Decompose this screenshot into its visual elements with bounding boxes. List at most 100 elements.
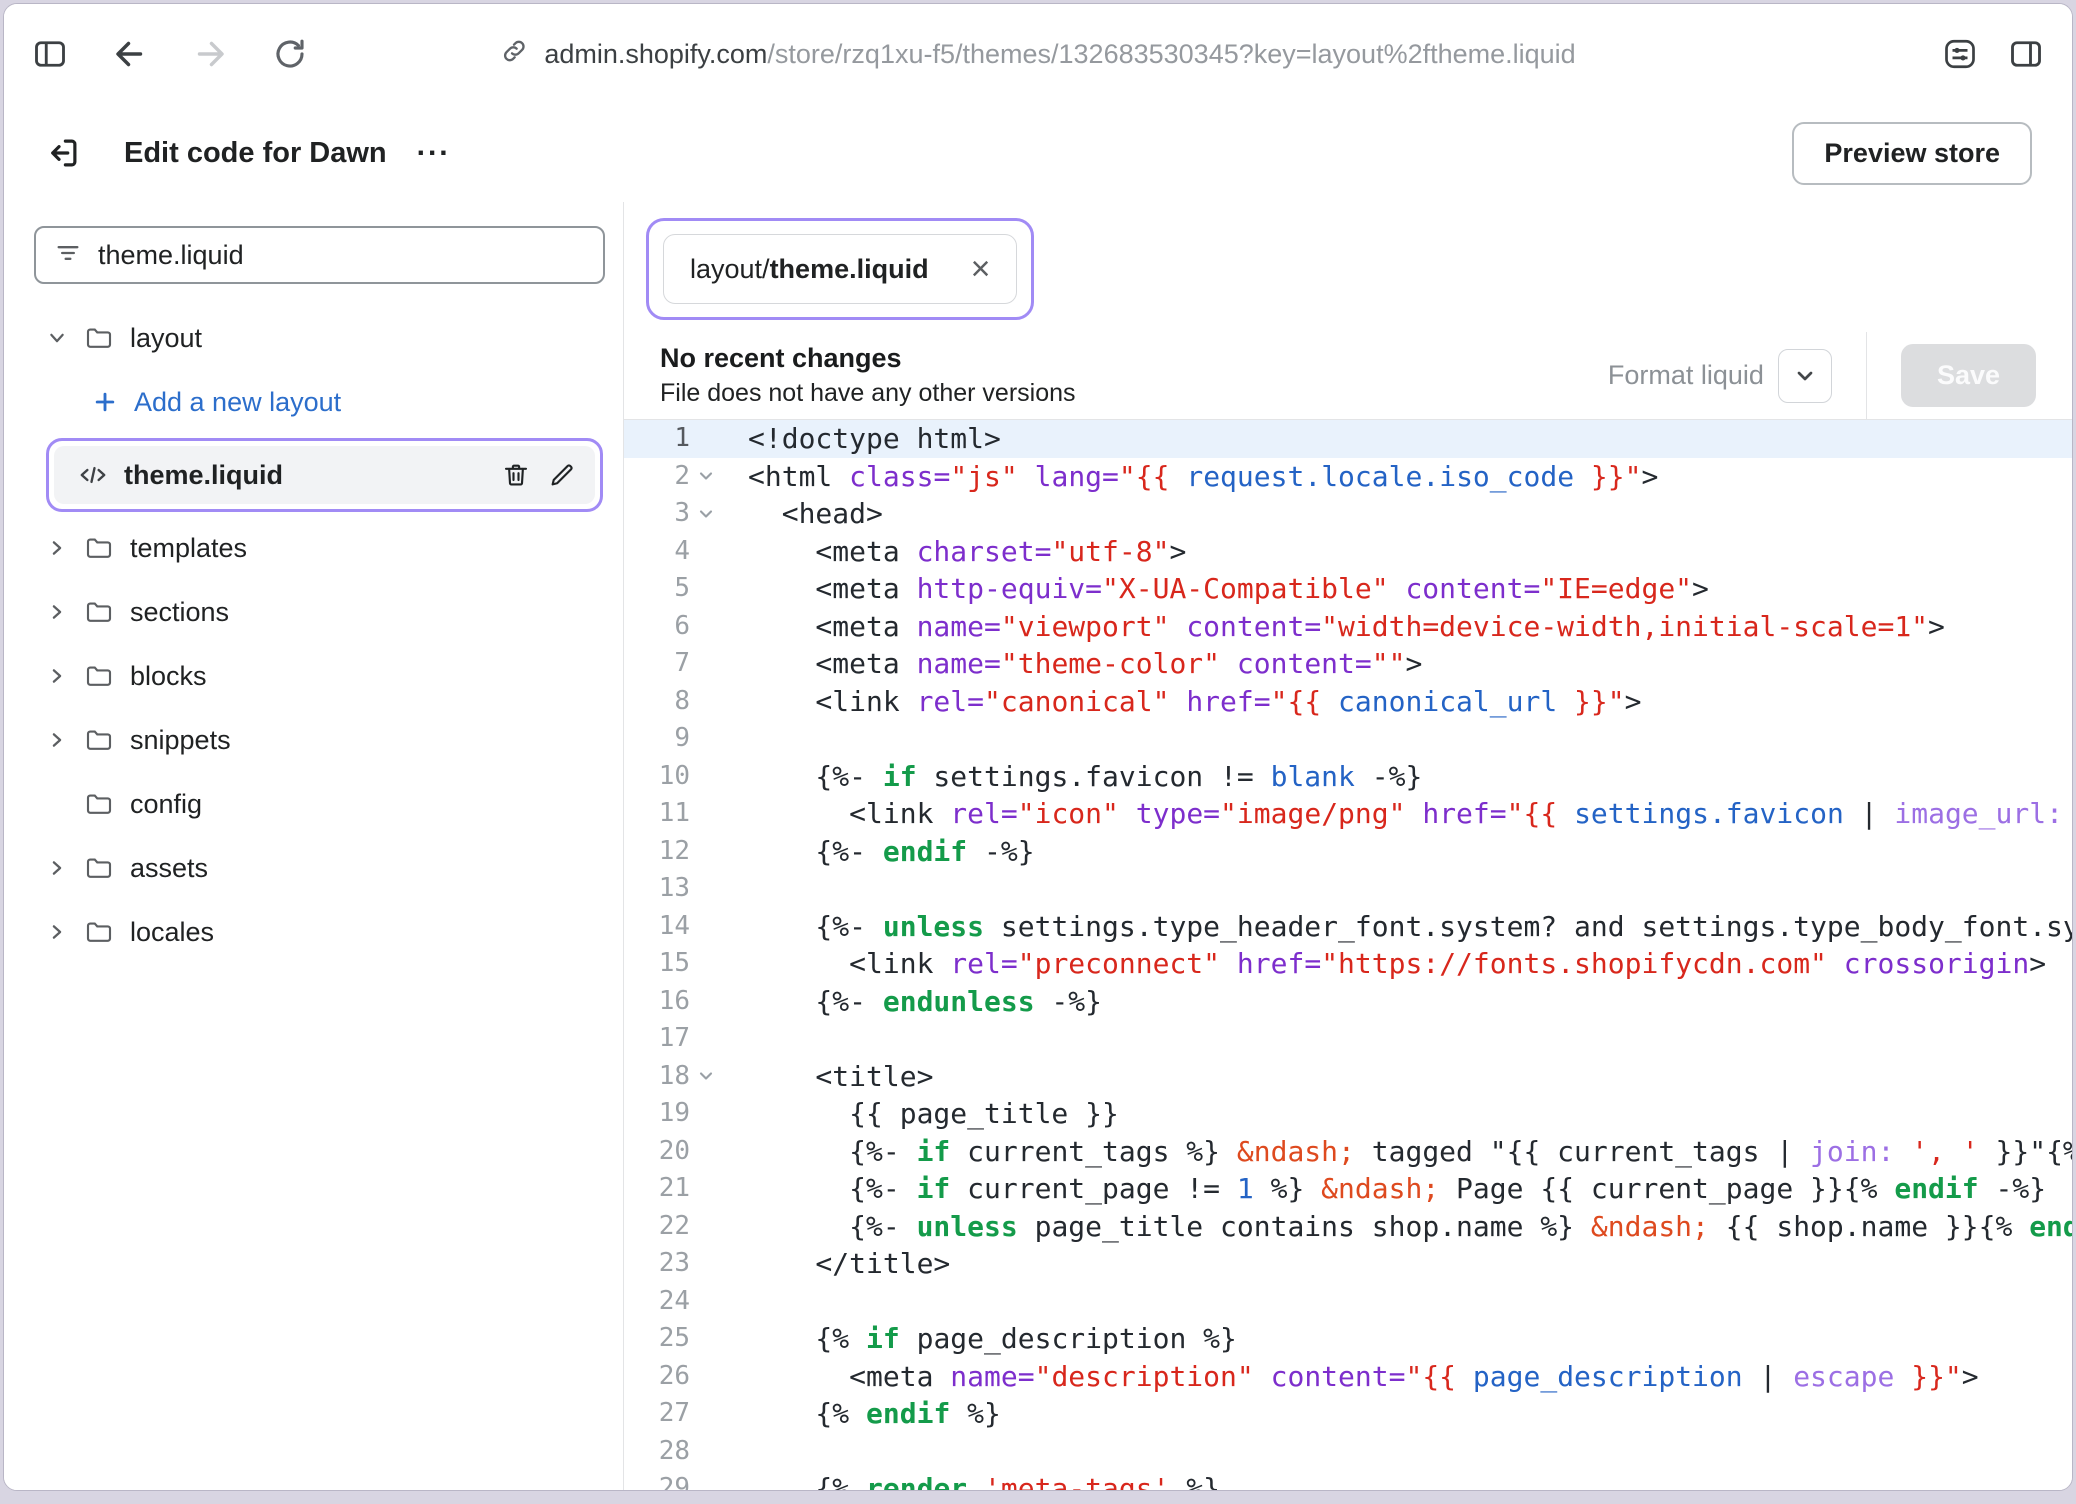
filter-icon	[54, 239, 82, 272]
file-search-box[interactable]	[34, 226, 605, 284]
sidebar-folder-blocks[interactable]: blocks	[34, 644, 605, 708]
fold-toggle-icon[interactable]	[692, 463, 720, 489]
chevron-right-icon[interactable]	[46, 922, 68, 942]
chevron-down-icon[interactable]	[1778, 349, 1832, 403]
code-line[interactable]: 9	[624, 720, 2072, 758]
code-line[interactable]: 21 {%- if current_page != 1 %} &ndash; P…	[624, 1170, 2072, 1208]
preview-store-button[interactable]: Preview store	[1792, 122, 2032, 185]
code-line[interactable]: 14 {%- unless settings.type_header_font.…	[624, 908, 2072, 946]
code-line[interactable]: 22 {%- unless page_title contains shop.n…	[624, 1208, 2072, 1246]
sidebar-folder-assets[interactable]: assets	[34, 836, 605, 900]
sidebar-folder-snippets[interactable]: snippets	[34, 708, 605, 772]
rename-file-icon[interactable]	[547, 460, 577, 490]
code-line[interactable]: 24	[624, 1283, 2072, 1321]
code-content: <meta name="viewport" content="width=dev…	[720, 608, 1945, 646]
code-line[interactable]: 11 <link rel="icon" type="image/png" hre…	[624, 795, 2072, 833]
exit-editor-icon[interactable]	[44, 134, 82, 172]
forward-icon[interactable]	[192, 36, 228, 72]
code-line[interactable]: 4 <meta charset="utf-8">	[624, 533, 2072, 571]
sidebar-folder-locales[interactable]: locales	[34, 900, 605, 964]
sidebar-file-theme.liquid[interactable]: theme.liquid	[54, 446, 595, 504]
browser-controls-icon[interactable]	[1942, 36, 1978, 72]
code-line[interactable]: 8 <link rel="canonical" href="{{ canonic…	[624, 683, 2072, 721]
browser-nav-buttons	[32, 36, 308, 72]
code-line[interactable]: 10 {%- if settings.favicon != blank -%}	[624, 758, 2072, 796]
chevron-right-icon[interactable]	[46, 602, 68, 622]
code-line[interactable]: 18 <title>	[624, 1058, 2072, 1096]
folder-name-label: sections	[130, 597, 229, 628]
save-button[interactable]: Save	[1901, 344, 2036, 407]
code-line[interactable]: 16 {%- endunless -%}	[624, 983, 2072, 1021]
code-content: <meta charset="utf-8">	[720, 533, 1186, 571]
add-new-layout-button[interactable]: Add a new layout	[34, 370, 605, 434]
code-line[interactable]: 3 <head>	[624, 495, 2072, 533]
line-number: 3	[624, 495, 720, 533]
side-panel-icon[interactable]	[2008, 36, 2044, 72]
code-line[interactable]: 17	[624, 1020, 2072, 1058]
code-line[interactable]: 12 {%- endif -%}	[624, 833, 2072, 871]
code-line[interactable]: 26 <meta name="description" content="{{ …	[624, 1358, 2072, 1396]
sidebar-folder-templates[interactable]: templates	[34, 516, 605, 580]
sidebar-folder-layout[interactable]: layout	[34, 306, 605, 370]
sidebar-toggle-icon[interactable]	[32, 36, 68, 72]
chevron-right-icon[interactable]	[46, 538, 68, 558]
highlight-annotation-file: theme.liquid	[46, 438, 603, 512]
code-line[interactable]: 20 {%- if current_tags %} &ndash; tagged…	[624, 1133, 2072, 1171]
code-line[interactable]: 15 <link rel="preconnect" href="https://…	[624, 945, 2072, 983]
code-line[interactable]: 23 </title>	[624, 1245, 2072, 1283]
back-icon[interactable]	[112, 36, 148, 72]
address-bar[interactable]: admin.shopify.com/store/rzq1xu-f5/themes…	[500, 37, 1575, 72]
code-line[interactable]: 2<html class="js" lang="{{ request.local…	[624, 458, 2072, 496]
chevron-down-icon[interactable]	[46, 328, 68, 348]
delete-file-icon[interactable]	[501, 460, 531, 490]
sidebar-folder-sections[interactable]: sections	[34, 580, 605, 644]
code-content: <meta name="description" content="{{ pag…	[720, 1358, 1979, 1396]
line-number: 4	[624, 533, 720, 571]
tab-theme-liquid[interactable]: layout/theme.liquid ×	[663, 234, 1017, 304]
code-content: {% if page_description %}	[720, 1320, 1237, 1358]
chevron-right-icon[interactable]	[46, 666, 68, 686]
line-number: 12	[624, 833, 720, 871]
status-title: No recent changes	[660, 343, 1076, 374]
code-content	[720, 1433, 748, 1471]
reload-icon[interactable]	[272, 36, 308, 72]
code-line[interactable]: 13	[624, 870, 2072, 908]
editor-status-bar: No recent changes File does not have any…	[624, 332, 2072, 420]
file-search-input[interactable]	[98, 240, 585, 271]
code-line[interactable]: 1<!doctype html>	[624, 420, 2072, 458]
code-content: {%- endif -%}	[720, 833, 1035, 871]
code-line[interactable]: 6 <meta name="viewport" content="width=d…	[624, 608, 2072, 646]
line-number: 19	[624, 1095, 720, 1133]
fold-toggle-icon[interactable]	[692, 1063, 720, 1089]
code-lines: 1<!doctype html>2<html class="js" lang="…	[624, 420, 2072, 1491]
chevron-right-icon[interactable]	[46, 858, 68, 878]
more-actions-button[interactable]: ...	[417, 141, 451, 165]
code-line[interactable]: 25 {% if page_description %}	[624, 1320, 2072, 1358]
format-liquid-button[interactable]: Format liquid	[1608, 349, 1832, 403]
folder-icon	[84, 789, 114, 819]
code-line[interactable]: 29 {% render 'meta-tags' %}	[624, 1470, 2072, 1491]
tab-path-prefix: layout/	[690, 254, 770, 284]
chevron-right-icon[interactable]	[46, 730, 68, 750]
folder-icon	[84, 323, 114, 353]
tab-file-name: theme.liquid	[770, 254, 929, 284]
code-content: <link rel="icon" type="image/png" href="…	[720, 795, 2072, 833]
line-number: 18	[624, 1058, 720, 1096]
url-host: admin.shopify.com	[544, 39, 767, 69]
code-line[interactable]: 28	[624, 1433, 2072, 1471]
code-line[interactable]: 5 <meta http-equiv="X-UA-Compatible" con…	[624, 570, 2072, 608]
folder-icon	[84, 661, 114, 691]
code-editor[interactable]: 1<!doctype html>2<html class="js" lang="…	[624, 420, 2072, 1491]
folder-icon	[84, 533, 114, 563]
code-content: {% endif %}	[720, 1395, 1001, 1433]
code-line[interactable]: 7 <meta name="theme-color" content="">	[624, 645, 2072, 683]
line-number: 22	[624, 1208, 720, 1246]
line-number: 20	[624, 1133, 720, 1171]
fold-toggle-icon[interactable]	[692, 501, 720, 527]
close-tab-icon[interactable]: ×	[971, 252, 991, 286]
code-line[interactable]: 19 {{ page_title }}	[624, 1095, 2072, 1133]
code-content: <html class="js" lang="{{ request.locale…	[720, 458, 1658, 496]
code-line[interactable]: 27 {% endif %}	[624, 1395, 2072, 1433]
sidebar-folder-config[interactable]: config	[34, 772, 605, 836]
line-number: 8	[624, 683, 720, 721]
